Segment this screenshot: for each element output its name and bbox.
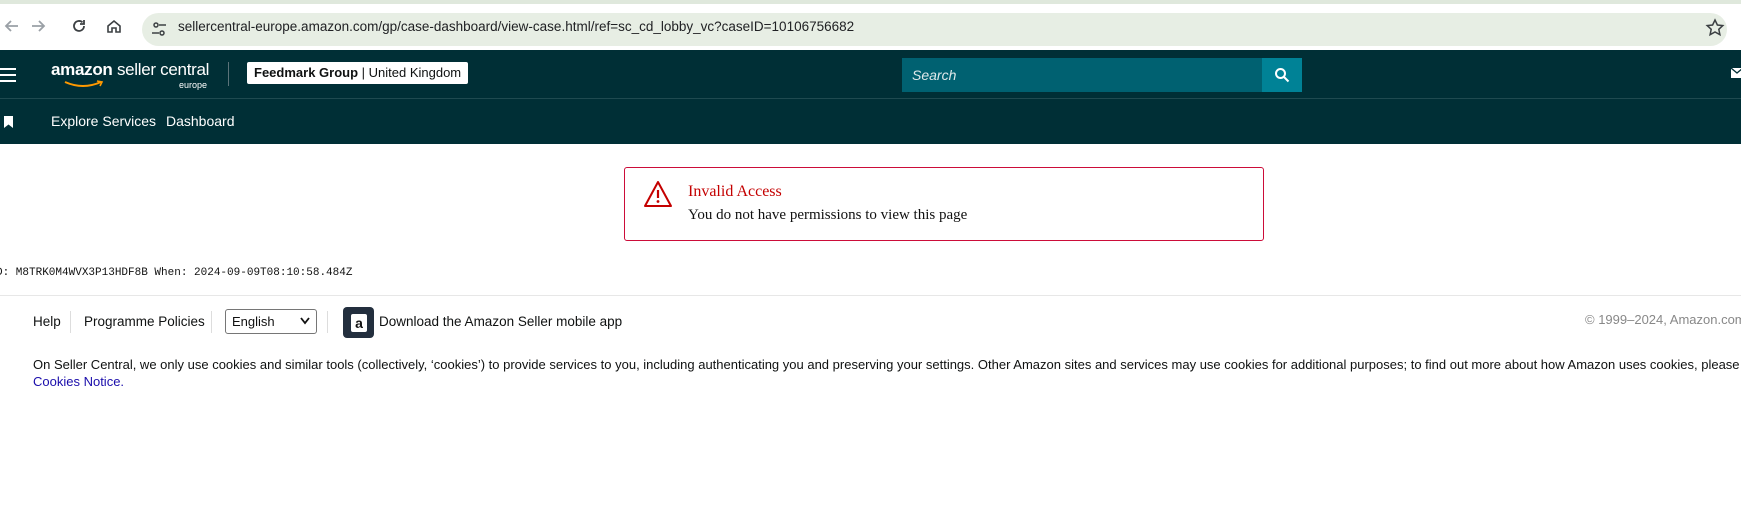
amazon-seller-central-logo[interactable]: amazon seller central europe (51, 60, 210, 90)
header-divider (228, 62, 229, 86)
download-app-link[interactable]: Download the Amazon Seller mobile app (379, 314, 622, 329)
account-switcher[interactable]: Feedmark Group | United Kingdom (247, 62, 469, 84)
mail-icon[interactable] (1730, 67, 1741, 79)
footer-separator (70, 311, 71, 333)
url-text[interactable]: sellercentral-europe.amazon.com/gp/case-… (178, 19, 854, 34)
amazon-smile-icon (64, 80, 104, 87)
copyright: © 1999–2024, Amazon.com (1585, 312, 1741, 327)
home-icon[interactable] (102, 14, 126, 38)
forward-icon[interactable] (26, 14, 50, 38)
warning-icon (644, 181, 672, 207)
alert-title: Invalid Access (688, 183, 782, 200)
amazon-a-icon: a (350, 313, 367, 332)
nav-explore-services[interactable]: Explore Services (51, 113, 156, 129)
search-box (902, 58, 1262, 92)
cookie-notice-text: On Seller Central, we only use cookies a… (33, 357, 1740, 372)
menu-icon[interactable] (0, 68, 18, 82)
amazon-app-icon[interactable]: a (343, 307, 374, 338)
footer-divider (0, 295, 1741, 296)
logo-region: europe (179, 80, 208, 90)
footer-programme-policies-link[interactable]: Programme Policies (84, 314, 205, 329)
cookies-notice-link[interactable]: Cookies Notice. (33, 374, 124, 389)
footer-separator (211, 311, 212, 333)
svg-text:a: a (355, 315, 363, 331)
bookmark-icon[interactable] (4, 116, 13, 128)
search-icon (1275, 68, 1290, 83)
footer-separator (327, 311, 328, 333)
bookmark-star-icon[interactable] (1705, 18, 1727, 40)
chevron-down-icon (300, 317, 310, 325)
account-separator: | (358, 65, 369, 80)
alert-message: You do not have permissions to view this… (688, 207, 968, 223)
account-marketplace: United Kingdom (368, 65, 462, 80)
logo-brand: amazon (51, 60, 113, 79)
account-name: Feedmark Group (254, 65, 359, 80)
seller-central-header: amazon seller central europe Feedmark Gr… (0, 50, 1741, 98)
search-input[interactable] (902, 58, 1262, 92)
footer-help-link[interactable]: Help (33, 314, 61, 329)
browser-toolbar: sellercentral-europe.amazon.com/gp/case-… (0, 4, 1741, 50)
secondary-navigation: Explore Services Dashboard (0, 98, 1741, 144)
request-id-info: D: M8TRK0M4WVX3P13HDF8B When: 2024-09-09… (0, 267, 353, 279)
nav-dashboard[interactable]: Dashboard (166, 113, 235, 129)
logo-product: seller central (116, 60, 210, 79)
invalid-access-alert: Invalid Access You do not have permissio… (624, 167, 1264, 241)
search-button[interactable] (1262, 58, 1302, 92)
site-info-icon[interactable] (150, 20, 170, 40)
back-icon[interactable] (0, 14, 24, 38)
reload-icon[interactable] (67, 14, 91, 38)
